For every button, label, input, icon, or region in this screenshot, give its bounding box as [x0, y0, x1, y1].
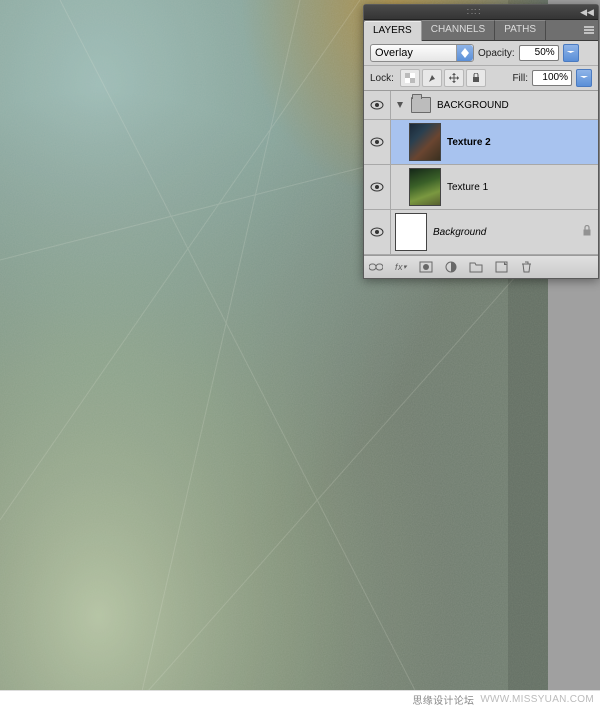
visibility-toggle[interactable]: [364, 210, 391, 254]
lock-pixels-button[interactable]: [422, 69, 442, 87]
layer-name[interactable]: Texture 1: [447, 182, 488, 193]
layer-thumbnail[interactable]: [395, 213, 427, 251]
tab-paths[interactable]: PATHS: [495, 20, 546, 40]
new-layer-button[interactable]: [493, 259, 509, 275]
layers-panel: ∷∷ ◀◀ LAYERS CHANNELS PATHS Overlay Opac…: [363, 4, 599, 279]
blend-mode-select[interactable]: Overlay: [370, 44, 474, 62]
opacity-input[interactable]: 50%: [519, 45, 559, 61]
fill-label: Fill:: [512, 73, 528, 84]
disclosure-triangle-icon[interactable]: [395, 101, 405, 109]
layer-name[interactable]: BACKGROUND: [437, 100, 509, 111]
opacity-slider-button[interactable]: [563, 44, 579, 62]
stepper-icon: [456, 45, 473, 61]
layer-row[interactable]: Texture 1: [364, 165, 598, 210]
panel-menu-button[interactable]: [580, 20, 598, 40]
visibility-toggle[interactable]: [364, 165, 391, 209]
visibility-toggle[interactable]: [364, 91, 391, 119]
add-mask-button[interactable]: [418, 259, 434, 275]
layer-name[interactable]: Background: [433, 227, 486, 238]
layer-row[interactable]: Background: [364, 210, 598, 255]
link-layers-button[interactable]: [368, 259, 384, 275]
opacity-label: Opacity:: [478, 48, 515, 59]
lock-transparency-button[interactable]: [400, 69, 420, 87]
fill-slider-button[interactable]: [576, 69, 592, 87]
lock-icon: [582, 225, 592, 239]
new-group-button[interactable]: [468, 259, 484, 275]
grip-icon: ∷∷: [467, 7, 482, 18]
watermark-url: WWW.MISSYUAN.COM: [480, 694, 594, 705]
lock-position-button[interactable]: [444, 69, 464, 87]
layer-name[interactable]: Texture 2: [447, 137, 491, 148]
layer-thumbnail[interactable]: [409, 123, 441, 161]
layer-list: BACKGROUND Texture 2 Texture 1: [364, 91, 598, 255]
visibility-toggle[interactable]: [364, 120, 391, 164]
lock-all-button[interactable]: [466, 69, 486, 87]
layer-row[interactable]: Texture 2: [364, 120, 598, 165]
layer-group-row[interactable]: BACKGROUND: [364, 91, 598, 120]
adjustment-layer-button[interactable]: [443, 259, 459, 275]
tab-layers[interactable]: LAYERS: [364, 21, 422, 41]
lock-label: Lock:: [370, 73, 394, 84]
delete-layer-button[interactable]: [518, 259, 534, 275]
tab-channels[interactable]: CHANNELS: [422, 20, 495, 40]
folder-icon: [411, 97, 431, 113]
watermark-footer: 思缘设计论坛 WWW.MISSYUAN.COM: [0, 690, 600, 708]
watermark-cn: 思缘设计论坛: [413, 692, 475, 707]
layer-thumbnail[interactable]: [409, 168, 441, 206]
collapse-icon[interactable]: ◀◀: [580, 7, 594, 18]
layer-style-button[interactable]: fx▾: [393, 259, 409, 275]
panel-titlebar[interactable]: ∷∷ ◀◀: [364, 5, 598, 20]
fill-input[interactable]: 100%: [532, 70, 572, 86]
blend-mode-value: Overlay: [375, 47, 413, 59]
